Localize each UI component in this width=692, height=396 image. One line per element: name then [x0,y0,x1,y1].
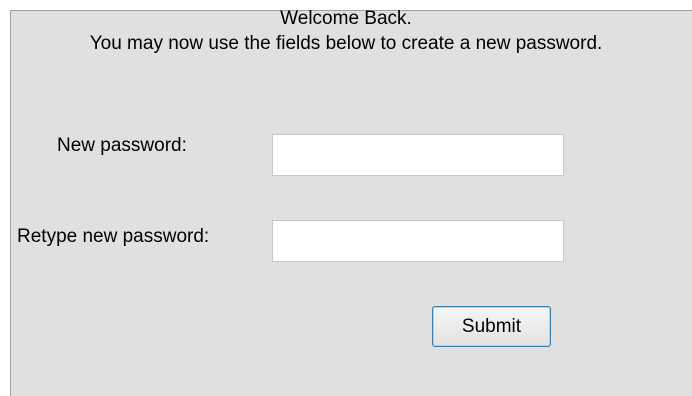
submit-button[interactable]: Submit [432,306,551,347]
instructions-text: You may now use the fields below to crea… [89,33,603,54]
welcome-heading: Welcome Back. [280,8,412,29]
new-password-label: New password: [57,135,187,156]
password-reset-panel [10,10,692,396]
new-password-field[interactable] [272,134,564,176]
retype-password-field[interactable] [272,220,564,262]
retype-password-label: Retype new password: [17,226,210,247]
